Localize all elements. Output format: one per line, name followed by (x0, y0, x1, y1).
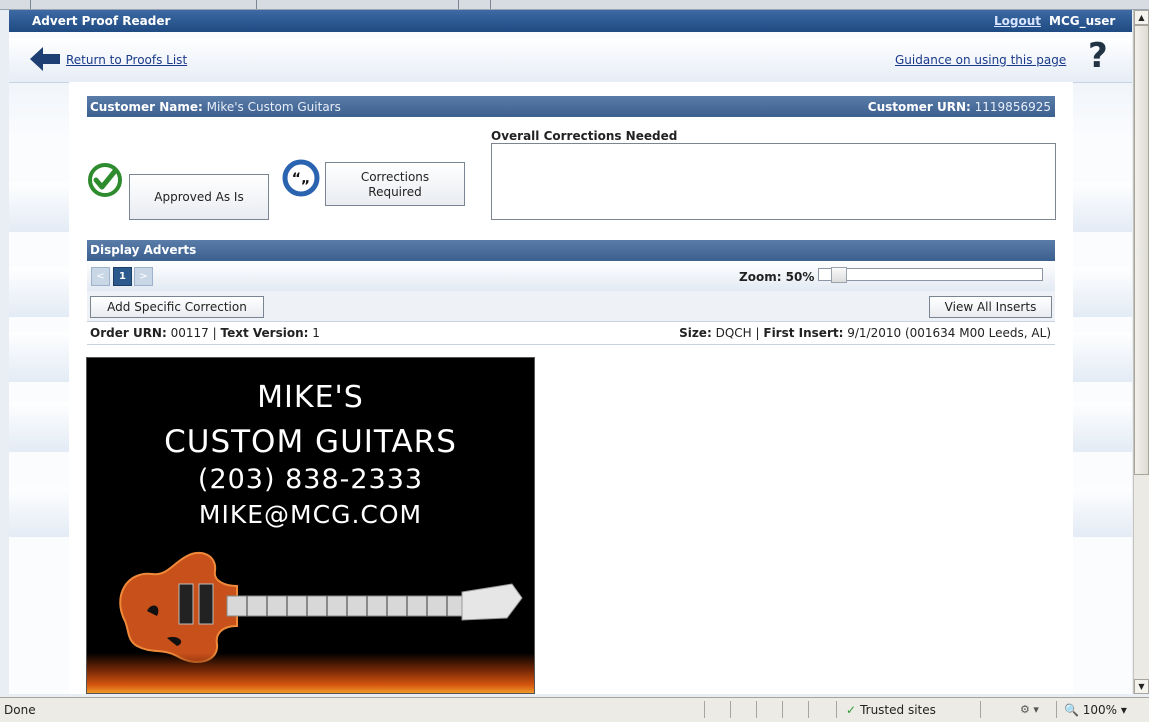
trusted-check-icon: ✓ (846, 703, 857, 717)
browser-status-bar: Done ✓ Trusted sites ⚙ ▾ 🔍 100% ▾ (0, 697, 1149, 722)
corrections-line-2: Required (368, 185, 422, 199)
tab-separator (30, 0, 31, 9)
zoom-label: Zoom: 50% (739, 270, 815, 284)
order-info-row: Order URN: 00117 | Text Version: 1 Size:… (87, 321, 1055, 345)
customer-urn: Customer URN: 1119856925 (868, 100, 1051, 114)
return-to-proofs-link[interactable]: Return to Proofs List (66, 53, 187, 67)
tab-separator (256, 0, 257, 9)
status-divider (808, 701, 809, 718)
separator: | (212, 326, 217, 340)
view-all-inserts-button[interactable]: View All Inserts (929, 296, 1052, 318)
pager-page-1[interactable]: 1 (113, 267, 132, 286)
size-label: Size: (679, 326, 712, 340)
zoom-slider-thumb[interactable] (831, 267, 847, 283)
zoom-slider[interactable] (818, 267, 1043, 283)
protected-mode-icon[interactable]: ⚙ ▾ (1020, 703, 1039, 716)
page-scrollbar[interactable]: ▲ ▼ (1133, 10, 1149, 694)
order-info-right: Size: DQCH | First Insert: 9/1/2010 (001… (679, 326, 1051, 340)
back-arrow-icon[interactable] (30, 46, 60, 72)
security-zone-label: Trusted sites (860, 703, 936, 717)
zoom-level-value: 100% (1082, 703, 1118, 717)
pager-row: < 1 > Zoom: 50% (87, 261, 1055, 291)
order-urn-value: 00117 (170, 326, 209, 340)
separator: | (755, 326, 760, 340)
tab-separator (490, 0, 491, 9)
advert-line-3: (203) 838-2333 (197, 464, 424, 495)
display-adverts-header: Display Adverts (87, 240, 1055, 261)
size-value: DQCH (715, 326, 752, 340)
logout-link[interactable]: Logout (994, 14, 1041, 28)
first-insert-label: First Insert: (763, 326, 844, 340)
advert-actions-row: Add Specific Correction View All Inserts (87, 291, 1055, 321)
overall-corrections-label: Overall Corrections Needed (491, 129, 678, 143)
app-title-bar: Advert Proof Reader Logout MCG_user (9, 10, 1132, 32)
svg-text:“„: “„ (292, 171, 310, 187)
customer-name-label: Customer Name: (90, 100, 203, 114)
scrollbar-thumb[interactable] (1134, 25, 1149, 475)
status-divider (730, 701, 731, 718)
pager-next-button[interactable]: > (134, 267, 153, 286)
text-version-value: 1 (312, 326, 320, 340)
customer-urn-label: Customer URN: (867, 100, 971, 114)
customer-header: Customer Name: Mike's Custom Guitars Cus… (87, 96, 1055, 117)
guidance-link[interactable]: Guidance on using this page (895, 53, 1066, 67)
status-divider (1056, 701, 1057, 718)
help-icon[interactable]: ? (1088, 39, 1108, 73)
status-divider (836, 701, 837, 718)
status-divider (980, 701, 981, 718)
advert-line-4: MIKE@MCG.COM (198, 500, 423, 529)
status-divider (704, 701, 705, 718)
security-zone: ✓ Trusted sites (846, 703, 936, 717)
customer-urn-value: 1119856925 (974, 100, 1051, 114)
flames-decoration (87, 653, 534, 693)
advert-proof-image: MIKE'S CUSTOM GUITARS (203) 838-2333 MIK… (86, 357, 535, 694)
approved-check-icon (88, 163, 122, 197)
zoom-level[interactable]: 🔍 100% ▾ (1064, 703, 1127, 717)
app-title: Advert Proof Reader (32, 14, 171, 28)
first-insert-value: 9/1/2010 (001634 M00 Leeds, AL) (847, 326, 1051, 340)
guitar-illustration (119, 551, 523, 663)
corrections-line-1: Corrections (360, 170, 430, 184)
customer-name: Customer Name: Mike's Custom Guitars (90, 100, 341, 114)
add-specific-correction-button[interactable]: Add Specific Correction (90, 296, 264, 318)
content-area: Return to Proofs List Guidance on using … (9, 32, 1132, 694)
advert-line-2: CUSTOM GUITARS (164, 424, 457, 460)
scroll-up-icon[interactable]: ▲ (1134, 10, 1149, 25)
overall-corrections-textarea[interactable] (491, 143, 1056, 220)
pager-prev-button[interactable]: < (91, 267, 110, 286)
advert-line-1: MIKE'S (257, 380, 364, 415)
browser-tab-strip (0, 0, 1149, 10)
status-text: Done (4, 703, 36, 717)
order-info-left: Order URN: 00117 | Text Version: 1 (90, 326, 320, 340)
corrections-required-button[interactable]: Corrections Required (325, 162, 465, 206)
approved-as-is-button[interactable]: Approved As Is (129, 174, 269, 220)
text-version-label: Text Version: (220, 326, 309, 340)
scroll-down-icon[interactable]: ▼ (1134, 679, 1149, 694)
customer-name-value: Mike's Custom Guitars (206, 100, 341, 114)
tab-separator (458, 0, 459, 9)
username: MCG_user (1049, 14, 1116, 28)
proof-panel: Customer Name: Mike's Custom Guitars Cus… (69, 82, 1073, 694)
display-adverts-title: Display Adverts (90, 243, 197, 257)
status-divider (756, 701, 757, 718)
corrections-icon: “„ (282, 159, 320, 197)
order-urn-label: Order URN: (90, 326, 167, 340)
status-divider (782, 701, 783, 718)
